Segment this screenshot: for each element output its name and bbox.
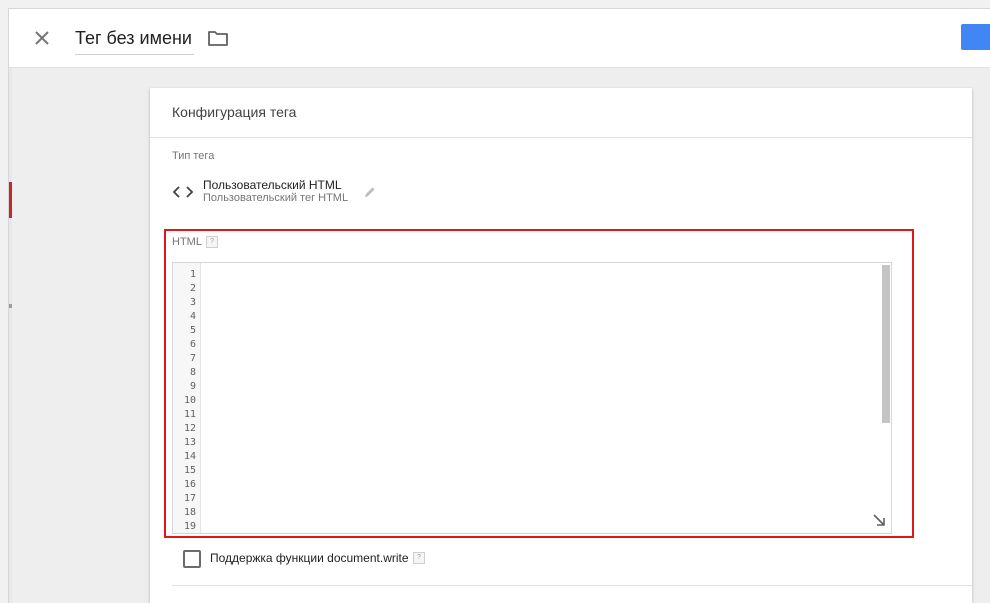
card-title: Конфигурация тега <box>172 104 297 120</box>
editor-scrollbar[interactable] <box>882 265 890 423</box>
tag-type-label: Тип тега <box>172 150 215 162</box>
line-number: 12 <box>183 423 196 434</box>
line-number: 1 <box>189 269 196 280</box>
line-number: 8 <box>189 367 196 378</box>
line-number: 14 <box>183 451 196 462</box>
divider <box>150 137 972 138</box>
pencil-icon[interactable] <box>363 185 377 199</box>
resize-icon[interactable] <box>872 513 886 527</box>
top-bar: Тег без имени <box>9 9 990 68</box>
tag-type-name[interactable]: Пользовательский HTML <box>203 178 342 192</box>
help-icon[interactable]: ? <box>206 236 218 248</box>
code-input-area[interactable] <box>201 263 881 533</box>
close-icon <box>35 31 49 45</box>
document-write-checkbox[interactable] <box>183 550 201 568</box>
html-label: HTML <box>172 236 202 248</box>
left-edge-strip <box>9 68 12 603</box>
line-number: 2 <box>189 283 196 294</box>
tag-configuration-card: Конфигурация тега Тип тега Пользовательс… <box>150 88 972 603</box>
line-number: 17 <box>183 493 196 504</box>
line-number: 10 <box>183 395 196 406</box>
line-number: 18 <box>183 507 196 518</box>
line-number: 5 <box>189 325 196 336</box>
tag-name-field[interactable]: Тег без имени <box>75 24 194 55</box>
tag-type-description: Пользовательский тег HTML <box>203 192 349 204</box>
line-number: 13 <box>183 437 196 448</box>
line-number-gutter: 1 2 3 4 5 6 7 8 9 10 11 12 13 14 15 16 17 18 19 <box>173 263 201 533</box>
tag-name: Тег без имени <box>75 28 192 48</box>
save-button[interactable] <box>961 24 990 50</box>
line-number: 11 <box>183 409 196 420</box>
line-number: 7 <box>189 353 196 364</box>
line-number: 15 <box>183 465 196 476</box>
close-button[interactable] <box>31 27 53 49</box>
document-write-label[interactable]: Поддержка функции document.write <box>210 551 409 565</box>
line-number: 9 <box>189 381 196 392</box>
line-number: 16 <box>183 479 196 490</box>
line-number: 19 <box>183 521 196 532</box>
help-icon[interactable]: ? <box>413 552 425 564</box>
folder-icon <box>208 31 228 46</box>
line-number: 4 <box>189 311 196 322</box>
editor-window: Тег без имени Конфигурация тега Тип тега… <box>8 8 990 603</box>
folder-button[interactable] <box>207 28 229 48</box>
html-code-editor[interactable]: 1 2 3 4 5 6 7 8 9 10 11 12 13 14 15 16 17 18 19 <box>172 262 892 534</box>
code-icon <box>172 184 194 200</box>
line-number: 3 <box>189 297 196 308</box>
divider <box>172 585 972 586</box>
line-number: 6 <box>189 339 196 350</box>
